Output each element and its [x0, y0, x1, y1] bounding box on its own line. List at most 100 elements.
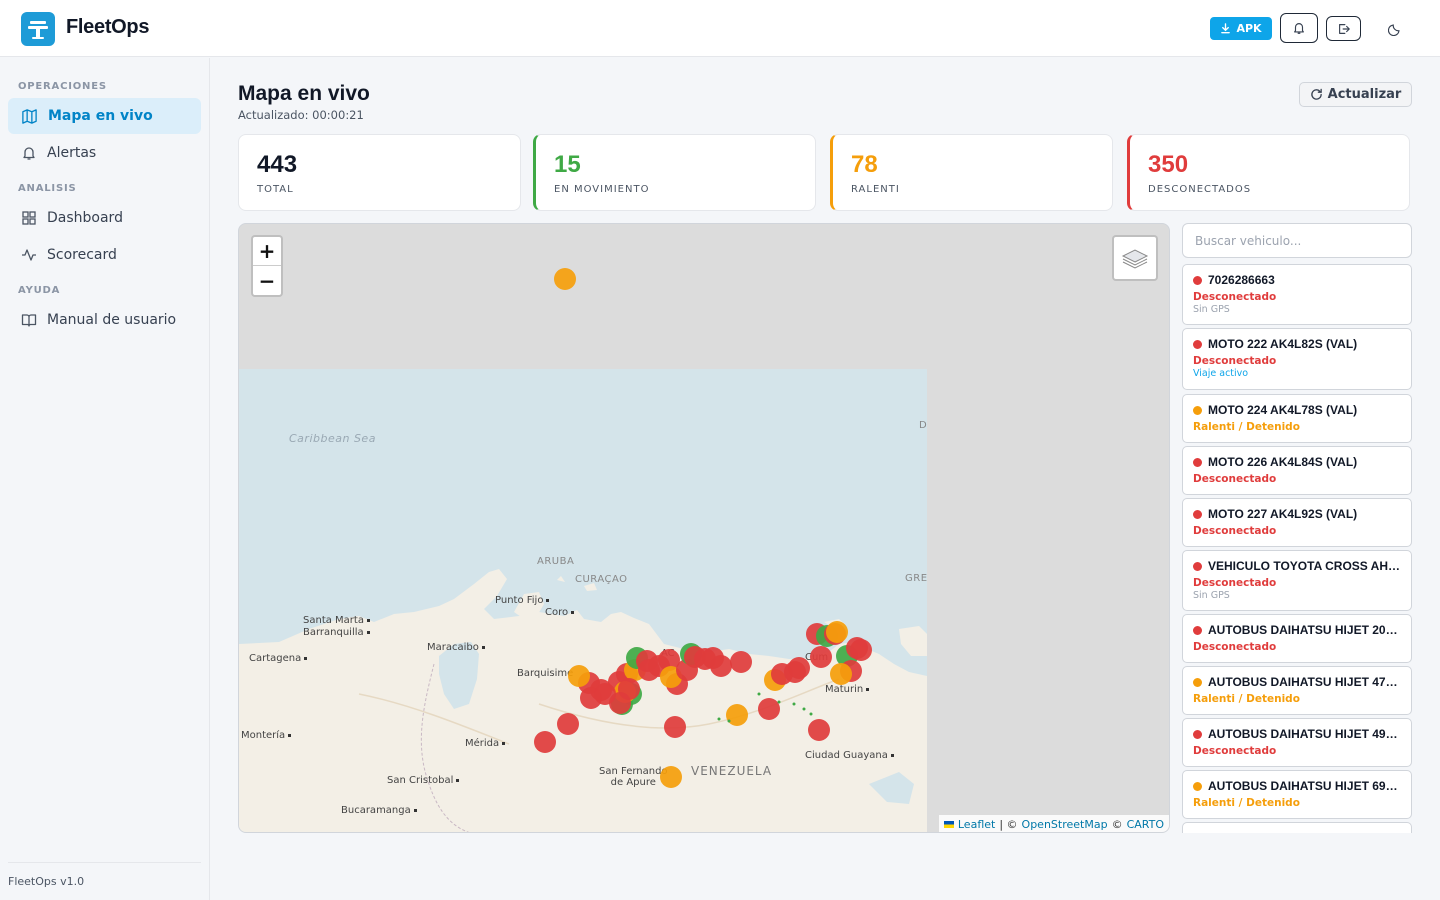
- vehicle-marker[interactable]: [758, 698, 780, 720]
- vehicle-status: Ralenti / Detenido: [1193, 693, 1300, 705]
- vehicle-card[interactable]: AUTOBUS DAIHATSU HIJET 4735 (RD) Ralenti…: [1182, 666, 1412, 715]
- status-dot: [1193, 275, 1202, 285]
- vehicle-name: MOTO 224 AK4L78S (VAL): [1208, 403, 1358, 417]
- vehicle-marker[interactable]: [534, 731, 556, 753]
- status-dot: [1193, 729, 1202, 739]
- brand-name[interactable]: FleetOps: [66, 16, 149, 39]
- theme-toggle-button[interactable]: [1384, 18, 1406, 40]
- layers-icon: [1121, 249, 1149, 269]
- vehicle-status: Desconectado: [1193, 355, 1277, 367]
- osm-link[interactable]: OpenStreetMap: [1022, 818, 1108, 831]
- leaflet-link[interactable]: Leaflet: [958, 818, 995, 831]
- status-dot: [1193, 781, 1202, 791]
- vehicle-marker[interactable]: [710, 655, 732, 677]
- vehicle-card[interactable]: [1182, 822, 1412, 833]
- vehicle-status: Desconectado: [1193, 291, 1277, 303]
- sidebar-item-dashboard[interactable]: Dashboard: [8, 200, 201, 236]
- sidebar-item-label: Dashboard: [47, 210, 123, 226]
- apk-download-button[interactable]: APK: [1210, 17, 1272, 40]
- top-bar: FleetOps APK: [0, 0, 1440, 57]
- zoom-in-button[interactable]: +: [253, 237, 281, 266]
- vehicle-marker[interactable]: [594, 683, 616, 705]
- vehicle-list: 7026286663 Desconectado Sin GPS MOTO 222…: [1182, 264, 1412, 833]
- stat-label: EN MOVIMIENTO: [554, 184, 650, 195]
- vehicle-name: AUTOBUS DAIHATSU HIJET 4735 (RD): [1208, 675, 1401, 689]
- refresh-icon: [1310, 88, 1322, 100]
- vehicle-extra: Sin GPS: [1193, 590, 1230, 601]
- vehicle-marker[interactable]: [726, 704, 748, 726]
- vehicle-status: Desconectado: [1193, 525, 1277, 537]
- vehicle-card[interactable]: MOTO 227 AK4L92S (VAL) Desconectado: [1182, 498, 1412, 547]
- vehicle-marker[interactable]: [788, 657, 810, 679]
- vehicle-name: MOTO 226 AK4L84S (VAL): [1208, 455, 1358, 469]
- route-point: [717, 717, 721, 721]
- layers-button[interactable]: [1112, 235, 1158, 281]
- vehicle-marker[interactable]: [826, 621, 848, 643]
- refresh-label: Actualizar: [1327, 87, 1402, 102]
- apk-label: APK: [1236, 22, 1262, 35]
- vehicle-extra: Viaje activo: [1193, 368, 1249, 379]
- vehicle-card[interactable]: MOTO 222 AK4L82S (VAL) Desconectado Viaj…: [1182, 328, 1412, 390]
- stat-ralenti[interactable]: 78 RALENTI: [830, 134, 1113, 211]
- notifications-button[interactable]: [1280, 13, 1318, 43]
- vehicle-status: Desconectado: [1193, 473, 1277, 485]
- status-dot: [1193, 625, 1202, 635]
- sidebar-item-manual[interactable]: Manual de usuario: [8, 302, 201, 338]
- sidebar-item-label: Scorecard: [47, 247, 117, 263]
- vehicle-search-input[interactable]: [1182, 223, 1412, 258]
- vehicle-marker[interactable]: [808, 719, 830, 741]
- vehicle-name: AUTOBUS DAIHATSU HIJET 6936 (RD): [1208, 779, 1401, 793]
- status-dot: [1193, 457, 1202, 467]
- status-dot: [1193, 677, 1202, 687]
- section-ayuda: AYUDA: [18, 285, 61, 296]
- vehicle-marker[interactable]: [830, 663, 852, 685]
- zoom-out-button[interactable]: −: [253, 266, 281, 295]
- moon-icon: [1388, 24, 1400, 36]
- sidebar-item-alertas[interactable]: Alertas: [8, 135, 201, 171]
- vehicle-marker[interactable]: [850, 639, 872, 661]
- live-map[interactable]: Caribbean Sea ARUBA CURAÇAO GRE D VENEZU…: [238, 223, 1170, 833]
- vehicle-marker[interactable]: [660, 766, 682, 788]
- page-title: Mapa en vivo: [238, 82, 370, 105]
- vehicle-card[interactable]: MOTO 224 AK4L78S (VAL) Ralenti / Detenid…: [1182, 394, 1412, 443]
- sidebar-item-label: Manual de usuario: [47, 312, 177, 328]
- stat-desconectados[interactable]: 350 DESCONECTADOS: [1127, 134, 1410, 211]
- vehicle-card[interactable]: AUTOBUS DAIHATSU HIJET 4907 (RD) Descone…: [1182, 718, 1412, 767]
- vehicle-card[interactable]: AUTOBUS DAIHATSU HIJET 6936 (RD) Ralenti…: [1182, 770, 1412, 819]
- attribution-copyright: ©: [1111, 817, 1123, 831]
- grid-icon: [22, 211, 36, 225]
- vehicle-card[interactable]: MOTO 226 AK4L84S (VAL) Desconectado: [1182, 446, 1412, 495]
- sidebar-item-mapa-en-vivo[interactable]: Mapa en vivo: [8, 98, 201, 134]
- vehicle-status: Desconectado: [1193, 745, 1277, 757]
- vehicle-marker[interactable]: [730, 651, 752, 673]
- vehicle-marker[interactable]: [554, 268, 576, 290]
- vehicle-marker[interactable]: [557, 713, 579, 735]
- map-attribution: Leaflet | © OpenStreetMap © CARTO: [938, 815, 1169, 832]
- sidebar-item-label: Alertas: [47, 145, 97, 161]
- stat-value: 443: [257, 151, 298, 178]
- logout-button[interactable]: [1326, 16, 1361, 41]
- refresh-button[interactable]: Actualizar: [1299, 82, 1412, 107]
- vehicle-card[interactable]: VEHICULO TOYOTA CROSS AH872YD (VAL) Desc…: [1182, 550, 1412, 611]
- bell-icon: [1294, 23, 1304, 34]
- stat-total[interactable]: 443 TOTAL: [238, 134, 521, 211]
- vehicle-marker[interactable]: [568, 665, 590, 687]
- sidebar-item-scorecard[interactable]: Scorecard: [8, 237, 201, 273]
- vehicle-card[interactable]: 7026286663 Desconectado Sin GPS: [1182, 264, 1412, 325]
- vehicle-card[interactable]: AUTOBUS DAIHATSU HIJET 2051 (RD) Descone…: [1182, 614, 1412, 663]
- stat-label: DESCONECTADOS: [1148, 184, 1252, 195]
- stat-value: 15: [554, 151, 581, 178]
- route-point: [809, 712, 813, 716]
- vehicle-marker[interactable]: [664, 716, 686, 738]
- sidebar-divider: [8, 862, 201, 863]
- vehicle-extra: Sin GPS: [1193, 304, 1230, 315]
- attribution-sep: | ©: [999, 817, 1018, 831]
- vehicle-name: AUTOBUS DAIHATSU HIJET 4907 (RD): [1208, 727, 1401, 741]
- carto-link[interactable]: CARTO: [1127, 818, 1164, 831]
- fleetops-logo-icon[interactable]: [21, 12, 55, 46]
- vehicle-marker[interactable]: [810, 646, 832, 668]
- stat-en-movimiento[interactable]: 15 EN MOVIMIENTO: [533, 134, 816, 211]
- bell-icon: [23, 147, 35, 160]
- route-point: [777, 700, 781, 704]
- stat-label: RALENTI: [851, 184, 900, 195]
